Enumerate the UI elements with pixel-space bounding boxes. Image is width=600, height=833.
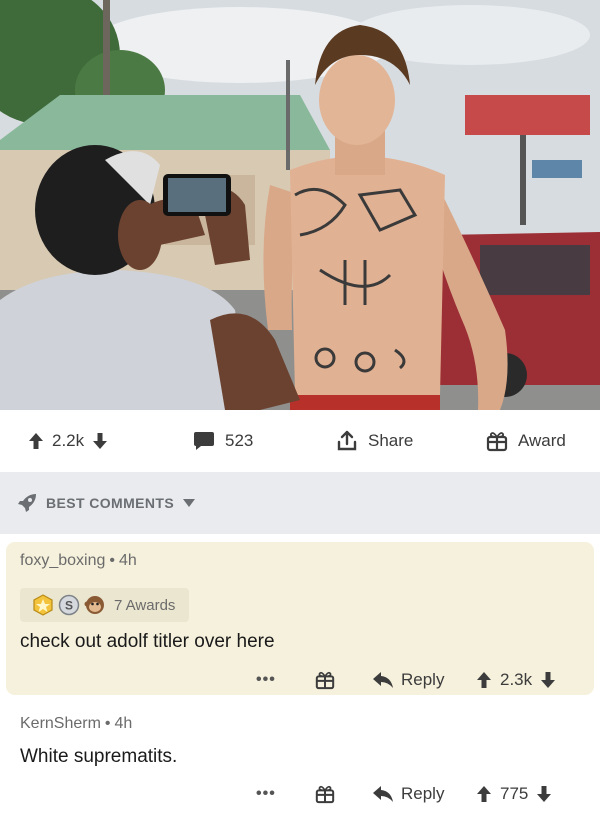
award-label: Award xyxy=(518,431,566,450)
comment-vote-count: 775 xyxy=(500,784,529,803)
downvote-icon[interactable] xyxy=(92,432,108,450)
upvote-icon[interactable] xyxy=(476,785,492,803)
svg-text:S: S xyxy=(65,599,73,613)
reply-arrow-icon xyxy=(373,786,393,802)
comment-actions: ••• Reply 775 xyxy=(6,779,594,809)
post-image[interactable] xyxy=(0,0,600,410)
comment-meta: foxy_boxing • 4h xyxy=(20,552,137,570)
comment-sort-dropdown[interactable]: BEST COMMENTS xyxy=(0,472,600,534)
more-options-button[interactable]: ••• xyxy=(256,779,276,809)
give-award-button[interactable] xyxy=(315,665,335,695)
comment-meta: KernSherm • 4h xyxy=(20,715,132,733)
post-vote-group: 2.2k xyxy=(28,410,108,472)
comment-actions: ••• Reply 2.3k xyxy=(6,665,594,695)
monkey-award-icon xyxy=(84,596,104,614)
comment-time: 4h xyxy=(119,552,137,569)
share-icon xyxy=(337,430,357,451)
sort-label: BEST COMMENTS xyxy=(46,495,175,511)
comment-time: 4h xyxy=(114,715,133,732)
awards-count: 7 Awards xyxy=(114,596,176,614)
reply-label: Reply xyxy=(401,670,445,689)
comments-button[interactable]: 523 xyxy=(193,410,253,472)
comment: KernSherm • 4h White suprematits. ••• Repl… xyxy=(6,700,594,833)
post-action-bar: 2.2k 523 Share Award xyxy=(0,410,600,472)
upvote-icon[interactable] xyxy=(476,671,492,689)
downvote-icon[interactable] xyxy=(540,671,556,689)
comment-body: White suprematits. xyxy=(20,746,178,767)
give-award-button[interactable] xyxy=(315,779,335,809)
comment-vote-count: 2.3k xyxy=(500,670,533,689)
silver-coin-icon: S xyxy=(58,594,80,616)
share-label: Share xyxy=(368,431,414,450)
comment-highlighted: foxy_boxing • 4h S 7 Awards check out adol… xyxy=(6,542,594,695)
gift-icon xyxy=(315,785,335,804)
reply-arrow-icon xyxy=(373,672,393,688)
comment-bubble-icon xyxy=(194,432,214,450)
more-options-button[interactable]: ••• xyxy=(256,665,276,695)
rocket-icon xyxy=(18,494,36,512)
award-badge-icon xyxy=(33,594,53,616)
downvote-icon[interactable] xyxy=(536,785,552,803)
reply-label: Reply xyxy=(401,784,445,803)
comment-author[interactable]: KernSherm xyxy=(20,715,101,732)
share-button[interactable]: Share xyxy=(336,410,413,472)
award-button[interactable]: Award xyxy=(486,410,566,472)
gift-icon xyxy=(315,671,335,690)
comment-body: check out adolf titler over here xyxy=(20,631,275,652)
post-vote-count: 2.2k xyxy=(52,431,85,450)
caret-down-icon xyxy=(183,499,196,507)
comment-count: 523 xyxy=(225,431,254,450)
upvote-icon[interactable] xyxy=(28,432,44,450)
meta-separator: • xyxy=(109,552,115,569)
gift-icon xyxy=(486,432,508,452)
meta-separator: • xyxy=(104,715,111,732)
comment-vote-group: 2.3k xyxy=(476,665,556,695)
reply-button[interactable]: Reply xyxy=(372,665,444,695)
post-photo xyxy=(0,0,600,410)
reply-button[interactable]: Reply xyxy=(372,779,444,809)
comment-author[interactable]: foxy_boxing xyxy=(20,552,105,569)
comment-awards[interactable]: S 7 Awards xyxy=(20,588,190,622)
comment-vote-group: 775 xyxy=(476,779,552,809)
